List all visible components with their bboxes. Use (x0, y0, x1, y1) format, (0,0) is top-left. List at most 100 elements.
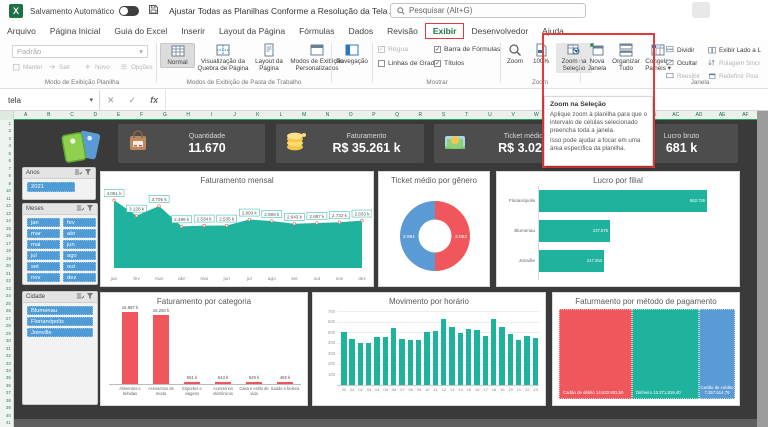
tab-pagina-inicial[interactable]: Página Inicial (43, 24, 108, 38)
row-header-13[interactable]: 13 (0, 210, 13, 217)
tab-inserir[interactable]: Inserir (174, 24, 212, 38)
button-normal[interactable]: Normal (160, 43, 195, 68)
row-header-6[interactable]: 6 (0, 157, 13, 164)
row-header-37[interactable]: 37 (0, 389, 13, 396)
slicer-anos[interactable]: Anos2021 (22, 167, 96, 200)
slicer-item-out[interactable]: out (63, 262, 96, 271)
row-header-26[interactable]: 26 (0, 307, 13, 314)
button-novo[interactable]: Novo (84, 63, 110, 72)
tab-formulas[interactable]: Fórmulas (292, 24, 341, 38)
button-sair[interactable]: Sair (48, 63, 70, 72)
column-header-f[interactable]: F (130, 111, 153, 119)
chart-metodo-pagamento[interactable]: Faturmaento por método de pagamentoCartã… (552, 292, 740, 406)
button-ocultar[interactable]: Ocultar (666, 59, 697, 68)
tab-dados[interactable]: Dados (342, 24, 381, 38)
column-header-e[interactable]: E (107, 111, 130, 119)
tab-desenvolvedor[interactable]: Desenvolvedor (464, 24, 535, 38)
name-box[interactable]: tela▾ (0, 90, 100, 110)
save-icon[interactable] (148, 2, 159, 20)
column-header-t[interactable]: T (455, 111, 478, 119)
slicer-item-jan[interactable]: jan (27, 218, 60, 227)
button-opcoes[interactable]: Opções (120, 63, 153, 72)
row-header-8[interactable]: 8 (0, 172, 13, 179)
row-header-36[interactable]: 36 (0, 382, 13, 389)
column-header-o[interactable]: O (339, 111, 362, 119)
row-header-3[interactable]: 3 (0, 135, 13, 142)
column-header-k[interactable]: K (246, 111, 269, 119)
row-header-41[interactable]: 41 (0, 419, 13, 426)
slicer-item-ago[interactable]: ago (63, 251, 96, 260)
row-header-10[interactable]: 10 (0, 187, 13, 194)
row-header-11[interactable]: 11 (0, 195, 13, 202)
slicer-item-florianopolis[interactable]: Florianópolis (27, 317, 93, 326)
row-header-5[interactable]: 5 (0, 150, 13, 157)
slicer-item-2021[interactable]: 2021 (27, 182, 75, 192)
column-header-ad[interactable]: AD (687, 111, 710, 119)
button-layout-da-pagina[interactable]: Layout da Página (251, 43, 287, 73)
slicer-meses[interactable]: Mesesjanfevmarabrmaijunjulagosetoutnovde… (22, 203, 98, 285)
column-header-p[interactable]: P (362, 111, 385, 119)
sheet-view-dropdown[interactable]: Padrão▾ (12, 45, 148, 58)
row-header-35[interactable]: 35 (0, 374, 13, 381)
slicer-item-nov[interactable]: nov (27, 273, 60, 282)
chart-lucro-por-filial[interactable]: Lucro por filialFlorianópolis563.726Blum… (496, 171, 740, 287)
multi-select-icon[interactable] (74, 168, 82, 178)
checkbox-regua[interactable]: Régua (378, 46, 408, 53)
row-header-25[interactable]: 25 (0, 300, 13, 307)
slicer-item-jul[interactable]: jul (27, 251, 60, 260)
chart-faturamento-categoria[interactable]: Faturamento por categoria16.887 kAliment… (100, 292, 308, 406)
chart-movimento-horario[interactable]: Movimento por horário1002003004005006007… (312, 292, 546, 406)
row-header-30[interactable]: 30 (0, 337, 13, 344)
row-header-29[interactable]: 29 (0, 330, 13, 337)
row-header-40[interactable]: 40 (0, 412, 13, 419)
row-header-16[interactable]: 16 (0, 232, 13, 239)
column-header-v[interactable]: V (502, 111, 525, 119)
row-header-9[interactable]: 9 (0, 180, 13, 187)
button-visualizacao-da-quebra-de-pagina[interactable]: Visualização da Quebra de Página (197, 43, 249, 73)
chart-faturamento-mensal[interactable]: Faturamento mensal4.051 kjan3.128 kfev3.… (100, 171, 374, 287)
row-header-28[interactable]: 28 (0, 322, 13, 329)
clear-filter-icon[interactable] (84, 168, 92, 178)
column-header-ac[interactable]: AC (664, 111, 687, 119)
row-header-1[interactable]: 1 (0, 120, 13, 127)
button-dividir[interactable]: Dividir (666, 46, 695, 55)
formula-cancel-icon[interactable]: ✕ (107, 95, 115, 106)
clear-filter-icon[interactable] (86, 204, 94, 214)
slicer-item-fev[interactable]: fev (63, 218, 96, 227)
kpi-card-quantidade[interactable]: Quantidade11.670 (118, 124, 265, 163)
row-header-32[interactable]: 32 (0, 352, 13, 359)
column-header-g[interactable]: G (153, 111, 176, 119)
slicer-item-mai[interactable]: mai (27, 240, 60, 249)
button-navegacao[interactable]: Navegação (334, 43, 370, 66)
tab-revisao[interactable]: Revisão (380, 24, 425, 38)
row-header-27[interactable]: 27 (0, 315, 13, 322)
formula-enter-icon[interactable]: ✓ (129, 95, 137, 106)
row-header-14[interactable]: 14 (0, 217, 13, 224)
search-input[interactable]: Pesquisar (Alt+G) (390, 3, 586, 18)
button-manter[interactable]: Manter (12, 63, 43, 72)
row-header-23[interactable]: 23 (0, 285, 13, 292)
row-header-31[interactable]: 31 (0, 345, 13, 352)
column-header-ae[interactable]: AE (711, 111, 734, 119)
column-header-c[interactable]: C (60, 111, 83, 119)
multi-select-icon[interactable] (76, 292, 84, 302)
tab-layout-da-pagina[interactable]: Layout da Página (212, 24, 292, 38)
row-header-18[interactable]: 18 (0, 247, 13, 254)
column-header-af[interactable]: AF (734, 111, 757, 119)
row-header-7[interactable]: 7 (0, 165, 13, 172)
row-header-19[interactable]: 19 (0, 255, 13, 262)
formula-input[interactable] (165, 90, 768, 110)
checkbox-linhas-de-grade[interactable]: Linhas de Grade (378, 60, 438, 67)
row-header-20[interactable]: 20 (0, 262, 13, 269)
column-header-q[interactable]: Q (386, 111, 409, 119)
button-rolagem-sincr[interactable]: Rolagem Sincr (708, 59, 760, 68)
button-zoom[interactable]: Zoom (502, 43, 528, 66)
slicer-cidade[interactable]: CidadeBlumenauFlorianópolisJoinville (22, 291, 98, 405)
row-header-38[interactable]: 38 (0, 397, 13, 404)
clear-filter-icon[interactable] (86, 292, 94, 302)
column-header-b[interactable]: B (37, 111, 60, 119)
select-all-corner[interactable] (0, 111, 14, 120)
column-header-h[interactable]: H (177, 111, 200, 119)
insert-function-icon[interactable]: fx (150, 95, 158, 105)
column-header-n[interactable]: N (316, 111, 339, 119)
